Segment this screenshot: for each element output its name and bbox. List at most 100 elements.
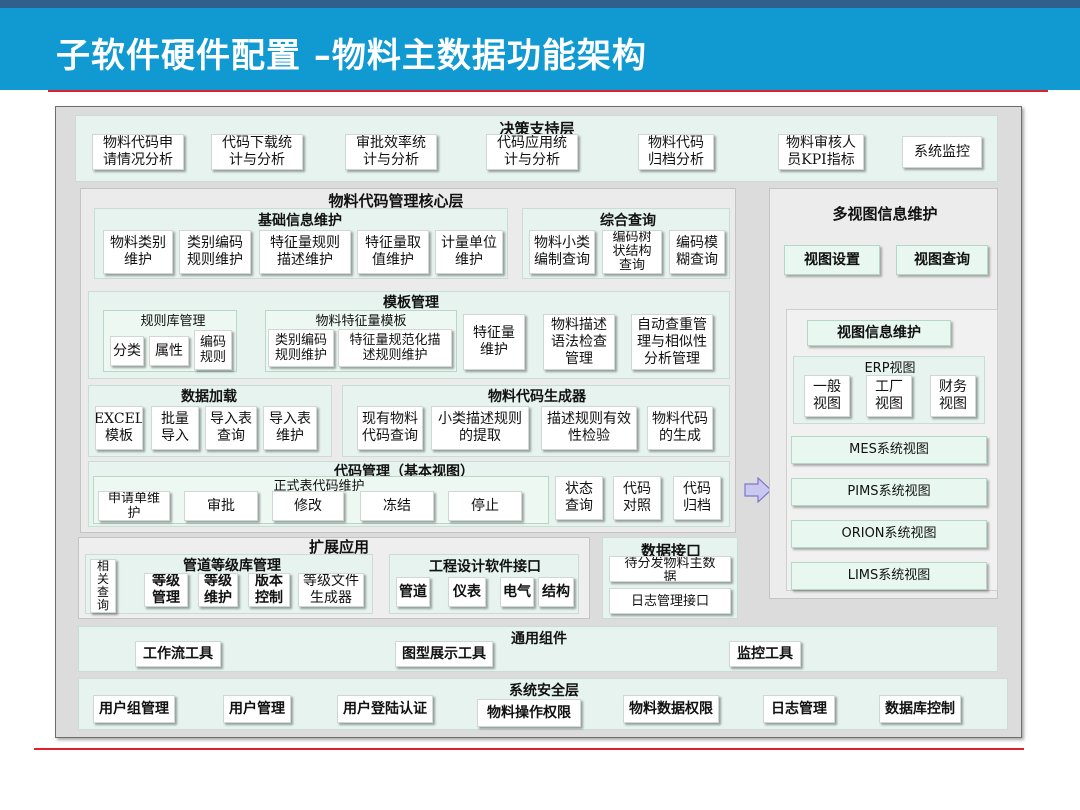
generator-panel: 物料代码生成器 现有物料 代码查询 小类描述规则 的提取 描述规则有效 性检验 … bbox=[342, 385, 730, 457]
feature-template-panel: 物料特征量模板 类别编码 规则维护 特征量规范化描 述规则维护 bbox=[265, 310, 457, 372]
rule-lib-item-attr: 属性 bbox=[149, 336, 189, 366]
eng-item-pipe: 管道 bbox=[396, 577, 430, 607]
decision-item-download-analysis: 代码下载统 计与分析 bbox=[211, 134, 303, 170]
code-item-status: 状态 查询 bbox=[555, 476, 603, 520]
common-item-graphic-display: 图型展示工具 bbox=[395, 641, 493, 667]
page-title: 子软件硬件配置 –物料主数据功能架构 bbox=[56, 36, 647, 76]
header-divider bbox=[48, 90, 1048, 92]
lims-view-item: LIMS系统视图 bbox=[791, 562, 987, 590]
loading-item-import-maintain: 导入表 维护 bbox=[263, 406, 317, 450]
query-item-fuzzy: 编码模 糊查询 bbox=[669, 230, 725, 274]
security-item-db-control: 数据库控制 bbox=[879, 695, 961, 723]
query-title: 综合查询 bbox=[600, 213, 656, 229]
data-loading-title: 数据加载 bbox=[181, 389, 237, 405]
view-settings-button[interactable]: 视图设置 bbox=[784, 245, 880, 275]
pipe-grade-panel: 管道等级库管理 相 关 查 询 等级 管理 等级 维护 版本 控制 等级文件 生… bbox=[85, 554, 373, 614]
query-item-tree: 编码树 状结构 查询 bbox=[602, 230, 662, 274]
basic-info-panel: 基础信息维护 物料类别 维护 类别编码 规则维护 特征量规则 描述维护 特征量取… bbox=[94, 208, 508, 279]
pipe-item-version-control: 版本 控制 bbox=[248, 573, 290, 607]
eng-item-electrical: 电气 bbox=[500, 577, 534, 607]
eng-interface-panel: 工程设计软件接口 管道 仪表 电气 结构 bbox=[389, 554, 579, 614]
security-item-log-manage: 日志管理 bbox=[763, 695, 835, 723]
security-item-operation-permission: 物料操作权限 bbox=[477, 699, 581, 727]
decision-item-kpi: 物料审核人 员KPI指标 bbox=[778, 134, 864, 170]
pipe-grade-title: 管道等级库管理 bbox=[183, 558, 281, 574]
data-loading-panel: 数据加载 EXCEL 模板 批量 导入 导入表 查询 导入表 维护 bbox=[88, 385, 332, 457]
generator-title: 物料代码生成器 bbox=[488, 389, 586, 405]
erp-view-title: ERP视图 bbox=[864, 361, 916, 376]
generator-item-query: 现有物料 代码查询 bbox=[357, 406, 423, 450]
code-item-archive: 代码 归档 bbox=[673, 476, 721, 520]
basic-item-category-code-rule: 类别编码 规则维护 bbox=[179, 230, 251, 274]
rule-library-title: 规则库管理 bbox=[140, 314, 206, 329]
feature-tpl-item-code-rule: 类别编码 规则维护 bbox=[268, 329, 334, 367]
decision-item-archive-analysis: 物料代码 归档分析 bbox=[638, 134, 714, 170]
erp-item-plant: 工厂 视图 bbox=[866, 375, 912, 417]
decision-item-approval-analysis: 审批效率统 计与分析 bbox=[345, 134, 437, 170]
security-layer-title: 系统安全层 bbox=[509, 683, 579, 699]
common-item-monitor: 监控工具 bbox=[729, 641, 801, 667]
basic-item-unit: 计量单位 维护 bbox=[435, 230, 503, 274]
template-item-dedup: 自动查重管 理与相似性 分析管理 bbox=[631, 314, 713, 370]
feature-template-title: 物料特征量模板 bbox=[315, 314, 407, 329]
loading-item-batch: 批量 导入 bbox=[151, 406, 199, 450]
view-query-button[interactable]: 视图查询 bbox=[896, 245, 988, 275]
generator-item-generate: 物料代码 的生成 bbox=[647, 406, 713, 450]
pipe-item-file-generator: 等级文件 生成器 bbox=[298, 573, 364, 607]
basic-item-feature-value: 特征量取 值维护 bbox=[357, 230, 429, 274]
eng-item-instrument: 仪表 bbox=[448, 577, 486, 607]
pipe-item-grade-manage: 等级 管理 bbox=[144, 573, 188, 607]
interface-item-log: 日志管理接口 bbox=[609, 588, 731, 614]
query-item-subclass: 物料小类 编制查询 bbox=[529, 230, 595, 274]
code-item-modify: 修改 bbox=[272, 491, 344, 521]
code-item-compare: 代码 对照 bbox=[613, 476, 661, 520]
security-layer-panel: 系统安全层 用户组管理 用户管理 用户登陆认证 物料操作权限 物料数据权限 日志… bbox=[78, 678, 1008, 730]
orion-view-item: ORION系统视图 bbox=[791, 520, 987, 548]
code-mgmt-panel: 代码管理（基本视图） 正式表代码维护 申请单维 护 审批 修改 冻结 停止 状态… bbox=[88, 461, 730, 527]
basic-info-title: 基础信息维护 bbox=[258, 213, 342, 229]
feature-tpl-item-normalize: 特征量规范化描 述规则维护 bbox=[338, 329, 452, 367]
rule-lib-item-code-rule: 编码 规则 bbox=[194, 330, 232, 370]
common-item-workflow: 工作流工具 bbox=[135, 641, 221, 667]
basic-item-category: 物料类别 维护 bbox=[103, 230, 173, 274]
pims-view-item: PIMS系统视图 bbox=[791, 478, 987, 506]
architecture-frame: 决策支持层 物料代码申 请情况分析 代码下载统 计与分析 审批效率统 计与分析 … bbox=[55, 106, 1022, 738]
view-info-title: 视图信息维护 bbox=[807, 320, 951, 346]
basic-item-feature-rule: 特征量规则 描述维护 bbox=[259, 230, 351, 274]
security-item-login-auth: 用户登陆认证 bbox=[337, 695, 433, 723]
generator-item-extract: 小类描述规则 的提取 bbox=[431, 406, 529, 450]
eng-item-structure: 结构 bbox=[538, 577, 574, 607]
code-item-stop: 停止 bbox=[448, 491, 522, 521]
multiview-title: 多视图信息维护 bbox=[832, 205, 938, 223]
security-item-user-group: 用户组管理 bbox=[93, 695, 175, 723]
arrow-right-icon bbox=[744, 477, 772, 503]
interface-item-distribute: 待分发物料主数 据 bbox=[609, 556, 731, 582]
common-components-panel: 通用组件 工作流工具 图型展示工具 监控工具 bbox=[78, 626, 998, 672]
generator-item-validate: 描述规则有效 性检验 bbox=[541, 406, 637, 450]
code-item-application: 申请单维 护 bbox=[98, 491, 170, 521]
loading-item-import-query: 导入表 查询 bbox=[205, 406, 257, 450]
template-item-feature: 特征量 维护 bbox=[463, 314, 525, 370]
common-components-title: 通用组件 bbox=[511, 631, 567, 647]
view-info-panel: 视图信息维护 ERP视图 一般 视图 工厂 视图 财务 视图 MES系统视图 P… bbox=[786, 309, 998, 591]
rule-library-panel: 规则库管理 分类 属性 编码 规则 bbox=[103, 310, 237, 372]
decision-layer: 决策支持层 物料代码申 请情况分析 代码下载统 计与分析 审批效率统 计与分析 … bbox=[75, 115, 998, 182]
erp-item-general: 一般 视图 bbox=[804, 375, 850, 417]
decision-item-usage-analysis: 代码应用统 计与分析 bbox=[486, 134, 578, 170]
security-item-data-permission: 物料数据权限 bbox=[623, 695, 719, 723]
eng-interface-title: 工程设计软件接口 bbox=[429, 559, 541, 575]
query-panel: 综合查询 物料小类 编制查询 编码树 状结构 查询 编码模 糊查询 bbox=[522, 208, 730, 279]
mes-view-item: MES系统视图 bbox=[791, 436, 987, 464]
pipe-item-grade-maintain: 等级 维护 bbox=[198, 573, 238, 607]
extension-panel: 扩展应用 管道等级库管理 相 关 查 询 等级 管理 等级 维护 版本 控制 等… bbox=[78, 537, 590, 619]
decision-item-apply-analysis: 物料代码申 请情况分析 bbox=[92, 134, 184, 170]
template-item-grammar: 物料描述 语法检查 管理 bbox=[543, 314, 615, 370]
template-title: 模板管理 bbox=[383, 295, 439, 311]
loading-item-excel: EXCEL 模板 bbox=[95, 406, 143, 450]
header-banner: 子软件硬件配置 –物料主数据功能架构 bbox=[0, 8, 1080, 90]
data-interface-panel: 数据接口 待分发物料主数 据 日志管理接口 bbox=[602, 537, 738, 619]
erp-view-panel: ERP视图 一般 视图 工厂 视图 财务 视图 bbox=[793, 356, 985, 424]
multiview-panel: 多视图信息维护 视图设置 视图查询 视图信息维护 ERP视图 一般 视图 工厂 … bbox=[769, 188, 998, 599]
decision-item-monitoring: 系统监控 bbox=[902, 136, 982, 168]
formal-code-panel: 正式表代码维护 申请单维 护 审批 修改 冻结 停止 bbox=[93, 476, 549, 524]
